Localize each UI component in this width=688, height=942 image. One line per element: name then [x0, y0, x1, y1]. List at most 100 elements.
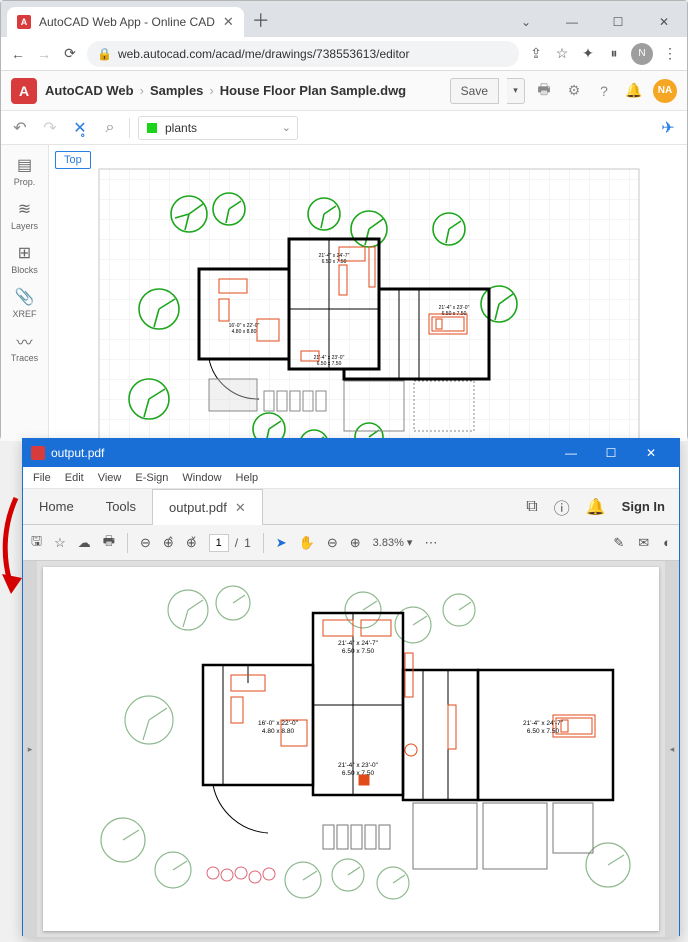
svg-text:21'-4" x 24'-7": 21'-4" x 24'-7" [523, 720, 564, 727]
zoom-out-icon[interactable]: ⊖ [140, 535, 151, 551]
menu-edit[interactable]: Edit [65, 472, 84, 484]
help-icon[interactable]: ? [593, 83, 615, 99]
sign-icon[interactable]: ✎ [613, 535, 624, 551]
maximize-icon[interactable]: ☐ [591, 439, 631, 467]
close-tab-icon[interactable]: ✕ [223, 14, 234, 30]
sidebar-item-xref[interactable]: 📎 XREF [3, 283, 47, 323]
menu-view[interactable]: View [98, 472, 122, 484]
pdf-page-view[interactable]: 21'-4" x 24'-7"6.50 x 7.50 16'-0" x 22'-… [43, 567, 659, 931]
profile-avatar[interactable]: N [631, 43, 653, 65]
blocks-icon: ⊞ [15, 243, 35, 263]
svg-text:21'-4" x 23'-0": 21'-4" x 23'-0" [338, 762, 379, 769]
browser-tab[interactable]: A AutoCAD Web App - Online CAD ✕ [7, 7, 244, 37]
tab-document[interactable]: output.pdf ✕ [152, 489, 263, 525]
tab-home[interactable]: Home [23, 489, 90, 524]
maximize-icon[interactable]: ☐ [595, 7, 641, 37]
new-tab-button[interactable]: ＋ [252, 7, 270, 33]
svg-text:6.50 x 7.50: 6.50 x 7.50 [342, 648, 375, 655]
bell-icon[interactable]: 🔔 [586, 497, 606, 517]
sidebar-item-layers[interactable]: ≋ Layers [3, 195, 47, 235]
breadcrumb: AutoCAD Web › Samples › House Floor Plan… [45, 83, 406, 98]
zoom-level[interactable]: 3.83% ▾ [373, 536, 413, 549]
crumb-file[interactable]: House Floor Plan Sample.dwg [220, 83, 406, 98]
xref-icon: 📎 [15, 287, 35, 307]
page-down-icon[interactable]: ⊕̌ [186, 535, 197, 551]
chevron-down-icon[interactable]: ⌄ [503, 7, 549, 37]
share-icon[interactable]: ⇪ [527, 45, 545, 63]
select-tool-icon[interactable]: ➤ [276, 535, 287, 551]
updates-icon[interactable]: ⏸ [605, 45, 623, 63]
menu-esign[interactable]: E-Sign [135, 472, 168, 484]
minimize-icon[interactable]: — [551, 439, 591, 467]
menu-window[interactable]: Window [182, 472, 221, 484]
settings-icon[interactable]: ⚙ [563, 82, 585, 99]
save-dropdown[interactable]: ▾ [507, 78, 525, 104]
star-icon[interactable]: ☆ [54, 535, 66, 551]
save-button[interactable]: Save [450, 78, 499, 104]
save-icon[interactable]: 🖫 [31, 532, 42, 554]
layers-icon: ≋ [15, 199, 35, 219]
browser-menu-icon[interactable]: ⋮ [661, 45, 679, 63]
close-tab-icon[interactable]: ✕ [235, 500, 246, 516]
print-icon[interactable]: 🖶 [103, 532, 115, 554]
chevron-right-icon: › [140, 83, 144, 98]
forward-icon[interactable]: → [35, 45, 53, 63]
url-text: web.autocad.com/acad/me/drawings/7385536… [118, 47, 410, 61]
autocad-logo[interactable]: A [11, 78, 37, 104]
reload-icon[interactable]: ⟳ [61, 45, 79, 63]
page-indicator: / 1 [209, 534, 251, 552]
floor-plan-drawing: 21'-4" x 24'-7"6.50 x 7.50 16'-0" x 22'-… [69, 159, 669, 441]
help-icon[interactable]: ⓘ [554, 495, 570, 519]
back-icon[interactable]: ← [9, 45, 27, 63]
page-current-input[interactable] [209, 534, 229, 552]
lock-icon: 🔒 [97, 47, 112, 61]
left-panel-toggle[interactable]: ▸ [23, 561, 37, 937]
zoom-in-btn-icon[interactable]: ⊕ [350, 535, 361, 551]
svg-text:21'-4" x 24'-7": 21'-4" x 24'-7" [338, 640, 379, 647]
layer-selector[interactable]: plants [138, 116, 298, 140]
drawing-canvas[interactable]: Top [49, 145, 687, 441]
bell-icon[interactable]: 🔔 [623, 82, 645, 99]
account-icon[interactable]: ◐ [663, 535, 671, 551]
minimize-icon[interactable]: — [549, 7, 595, 37]
close-window-icon[interactable]: ✕ [641, 7, 687, 37]
zoom-out-btn-icon[interactable]: ⊖ [327, 535, 338, 551]
layer-color-swatch [147, 123, 157, 133]
crumb-root[interactable]: AutoCAD Web [45, 83, 134, 98]
page-up-icon[interactable]: ⊕̂ [163, 535, 174, 551]
pdf-window-title: output.pdf [51, 446, 104, 460]
zoom-extents-icon[interactable]: ⌕ [99, 119, 121, 137]
redo-icon[interactable]: ↷ [39, 118, 61, 138]
star-icon[interactable]: ☆ [553, 45, 571, 63]
tab-tools[interactable]: Tools [90, 489, 152, 524]
svg-text:6.50 x 7.50: 6.50 x 7.50 [317, 361, 342, 367]
traces-icon: 〰 [15, 331, 35, 351]
print-icon[interactable]: 🖶 [533, 79, 555, 103]
sidebar-item-properties[interactable]: ▤ Prop. [3, 151, 47, 191]
more-tools-icon[interactable]: ⋯ [424, 535, 437, 551]
close-window-icon[interactable]: ✕ [631, 439, 671, 467]
extensions-icon[interactable]: ✦ [579, 45, 597, 63]
sidebar-item-blocks[interactable]: ⊞ Blocks [3, 239, 47, 279]
share-pane-icon[interactable]: ⧉ [526, 498, 537, 516]
email-icon[interactable]: ✉ [638, 535, 649, 551]
snap-icon[interactable]: ✕̥ [69, 118, 91, 138]
svg-text:6.50 x 7.50: 6.50 x 7.50 [322, 259, 347, 265]
user-avatar[interactable]: NA [653, 79, 677, 103]
sign-in-link[interactable]: Sign In [622, 499, 665, 514]
hand-tool-icon[interactable]: ✋ [299, 535, 315, 551]
menu-file[interactable]: File [33, 472, 51, 484]
view-badge[interactable]: Top [55, 151, 91, 169]
crumb-folder[interactable]: Samples [150, 83, 203, 98]
right-panel-toggle[interactable]: ◂ [665, 561, 679, 937]
undo-icon[interactable]: ↶ [9, 118, 31, 138]
chevron-right-icon: › [209, 83, 213, 98]
left-sidebar: ▤ Prop. ≋ Layers ⊞ Blocks 📎 XREF 〰 Trace… [1, 145, 49, 441]
send-feedback-icon[interactable]: ✈ [657, 118, 679, 138]
cloud-upload-icon[interactable]: ☁ [78, 535, 91, 551]
page-total: 1 [244, 536, 251, 550]
sidebar-item-traces[interactable]: 〰 Traces [3, 327, 47, 367]
address-bar[interactable]: 🔒 web.autocad.com/acad/me/drawings/73855… [87, 41, 519, 67]
menu-help[interactable]: Help [236, 472, 259, 484]
svg-text:4.80 x 8.80: 4.80 x 8.80 [262, 728, 295, 735]
